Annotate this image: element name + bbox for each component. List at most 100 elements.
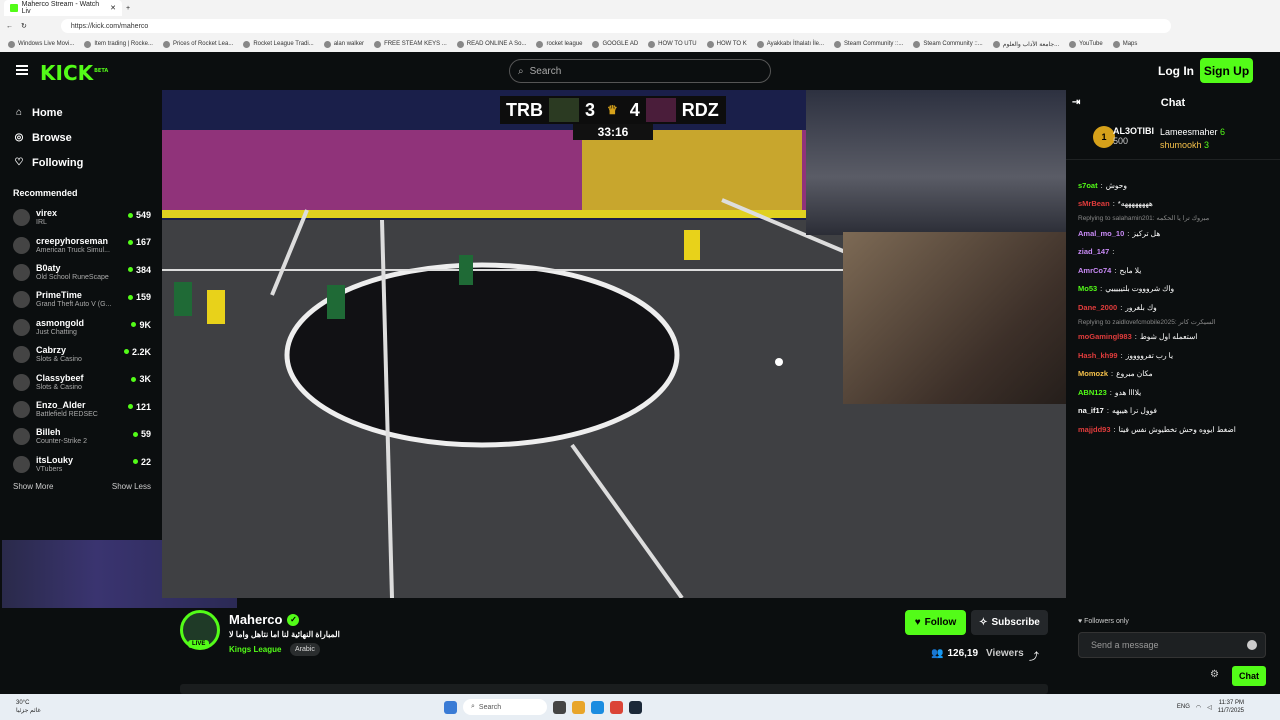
streamer-name[interactable]: Maherco: [229, 612, 282, 627]
chat-message: s7oat: وحوش: [1078, 176, 1274, 195]
weather-widget[interactable]: 30°C غائم جزئيا: [16, 699, 41, 715]
recommended-channel[interactable]: B0aty Old School RuneScape 384: [0, 259, 162, 286]
channel-viewers: 549: [128, 210, 151, 220]
recommended-channel[interactable]: Classybeef Slots & Casino 3K: [0, 368, 162, 395]
sidebar-item-following[interactable]: ♡ Following: [0, 150, 162, 175]
chat-send-button[interactable]: Chat: [1232, 666, 1266, 686]
recommended-list: virex IRL 549 creepyhorseman American Truck …: [0, 204, 162, 478]
tab-title: Maherco Stream - Watch Liv: [21, 1, 100, 15]
bookmark-item[interactable]: FREE STEAM KEYS ...: [374, 40, 447, 48]
bookmark-item[interactable]: جامعة الآداب والعلوم...: [992, 40, 1059, 48]
chat-username[interactable]: sMrBean: [1078, 198, 1110, 209]
gear-icon[interactable]: ⚙: [1210, 669, 1219, 680]
match-clock: 33:16: [573, 124, 653, 140]
sidebar-item-home[interactable]: ⌂ Home: [0, 100, 162, 125]
back-icon[interactable]: ←: [6, 23, 13, 30]
chat-username[interactable]: na_if17: [1078, 405, 1104, 416]
bookmark-item[interactable]: Steam Community ::...: [913, 40, 983, 48]
chat-messages: s7oat: وحوش sMrBean: *ههههههههه Replying to …: [1078, 176, 1274, 439]
recommended-channel[interactable]: Billeh Counter-Strike 2 59: [0, 423, 162, 450]
channel-category: Counter-Strike 2: [36, 438, 87, 446]
refresh-icon[interactable]: ↻: [21, 22, 27, 30]
channel-name: Cabrzy: [36, 345, 67, 356]
channel-avatar: [13, 318, 30, 336]
bookmark-item[interactable]: Maps: [1112, 40, 1137, 48]
recommended-channel[interactable]: virex IRL 549: [0, 204, 162, 231]
volume-icon[interactable]: ◁: [1207, 704, 1212, 711]
recommended-channel[interactable]: itsLouky VTubers 22: [0, 451, 162, 478]
bookmark-item[interactable]: rocket league: [536, 40, 582, 48]
category-link[interactable]: Kings League: [229, 645, 281, 654]
subscribe-button[interactable]: ✧ Subscribe: [971, 610, 1048, 635]
language-tag[interactable]: Arabic: [290, 643, 320, 656]
chat-input[interactable]: Send a message: [1078, 632, 1266, 658]
url-field[interactable]: https://kick.com/maherco: [60, 19, 1171, 33]
clock[interactable]: 11:37 PM 11/7/2025: [1218, 699, 1244, 715]
bookmark-item[interactable]: Rocket League Tradi...: [243, 40, 314, 48]
bookmark-item[interactable]: HOW TO K: [706, 40, 747, 48]
new-tab-button[interactable]: +: [126, 5, 130, 12]
bookmark-favicon-icon: [592, 40, 600, 48]
bottom-panel-bar: [180, 684, 1048, 694]
login-button[interactable]: Log In: [1158, 64, 1194, 78]
bookmark-item[interactable]: Prices of Rocket Lea...: [162, 40, 233, 48]
wifi-icon[interactable]: ◠: [1196, 704, 1201, 711]
emoji-icon[interactable]: [1247, 640, 1257, 650]
chat-username[interactable]: Amal_mo_10: [1078, 228, 1124, 239]
bookmark-label: FREE STEAM KEYS ...: [384, 41, 447, 47]
kick-logo[interactable]: KICKBETA: [40, 61, 108, 85]
bookmark-item[interactable]: Ayakkabı İthalatı İle...: [756, 40, 824, 48]
task-view-icon[interactable]: [553, 700, 566, 714]
chrome-icon[interactable]: [610, 700, 623, 714]
channel-name: Billeh: [36, 427, 61, 438]
bookmark-item[interactable]: GOOGLE AD: [592, 40, 638, 48]
chat-username[interactable]: majjdd93: [1078, 424, 1111, 435]
bookmark-item[interactable]: YouTube: [1069, 40, 1103, 48]
search-input[interactable]: ⌕ Search: [509, 59, 771, 83]
bookmark-item[interactable]: alan walker: [323, 40, 364, 48]
recommended-channel[interactable]: Cabrzy Slots & Casino 2.2K: [0, 341, 162, 368]
steam-icon[interactable]: [629, 700, 642, 714]
file-explorer-icon[interactable]: [572, 700, 585, 714]
chat-username[interactable]: ziad_147: [1078, 246, 1109, 257]
leader-badge: 1: [1093, 126, 1115, 148]
sidebar-item-browse[interactable]: ◎ Browse: [0, 125, 162, 150]
edge-icon[interactable]: [591, 700, 604, 714]
share-icon[interactable]: ⤴: [1029, 648, 1039, 663]
bookmark-item[interactable]: Steam Community ::...: [834, 40, 903, 48]
follow-button[interactable]: ♥ Follow: [905, 610, 966, 635]
recommended-channel[interactable]: Enzo_Alder Battlefield REDSEC 121: [0, 396, 162, 423]
start-icon[interactable]: [444, 700, 457, 714]
live-badge: LIVE: [188, 640, 210, 648]
language-indicator[interactable]: ENG: [1177, 704, 1190, 710]
chat-username[interactable]: AmrCo74: [1078, 265, 1111, 276]
recommended-channel[interactable]: asmongold Just Chatting 9K: [0, 314, 162, 341]
followers-only-text: Followers only: [1084, 618, 1129, 625]
browser-tab[interactable]: Maherco Stream - Watch Liv ✕: [4, 0, 122, 16]
leader-points: 500: [1113, 136, 1129, 146]
score-right: 4: [629, 99, 640, 120]
bookmark-label: Windows Live Movi...: [18, 41, 75, 47]
collapse-chat-icon[interactable]: ⇥: [1072, 97, 1080, 108]
signup-button[interactable]: Sign Up: [1200, 58, 1253, 83]
taskbar-search[interactable]: ⌕ Search: [463, 699, 547, 715]
chat-username[interactable]: Momozk: [1078, 368, 1108, 379]
chat-username[interactable]: Mo53: [1078, 283, 1097, 294]
recommended-channel[interactable]: creepyhorseman American Truck Simul... 167: [0, 231, 162, 258]
chat-username[interactable]: Hash_kh99: [1078, 350, 1118, 361]
bookmark-item[interactable]: HOW TO UTU: [648, 40, 697, 48]
close-tab-icon[interactable]: ✕: [110, 4, 116, 12]
chat-separator: :: [1134, 332, 1137, 342]
chat-username[interactable]: s7oat: [1078, 180, 1098, 191]
chat-username[interactable]: Dane_2000: [1078, 302, 1117, 313]
chat-username[interactable]: ABN123: [1078, 387, 1107, 398]
chat-username[interactable]: moGamingl983: [1078, 331, 1132, 342]
bookmark-item[interactable]: READ ONLINE A So...: [456, 40, 526, 48]
show-more-link[interactable]: Show More: [13, 482, 53, 491]
recommended-channel[interactable]: PrimeTime Grand Theft Auto V (G... 159: [0, 286, 162, 313]
bookmark-item[interactable]: Windows Live Movi...: [8, 40, 75, 48]
channel-category: Slots & Casino: [36, 356, 82, 364]
show-less-link[interactable]: Show Less: [112, 482, 151, 491]
menu-icon[interactable]: [16, 65, 28, 75]
bookmark-item[interactable]: Item trading | Rocke...: [84, 40, 153, 48]
